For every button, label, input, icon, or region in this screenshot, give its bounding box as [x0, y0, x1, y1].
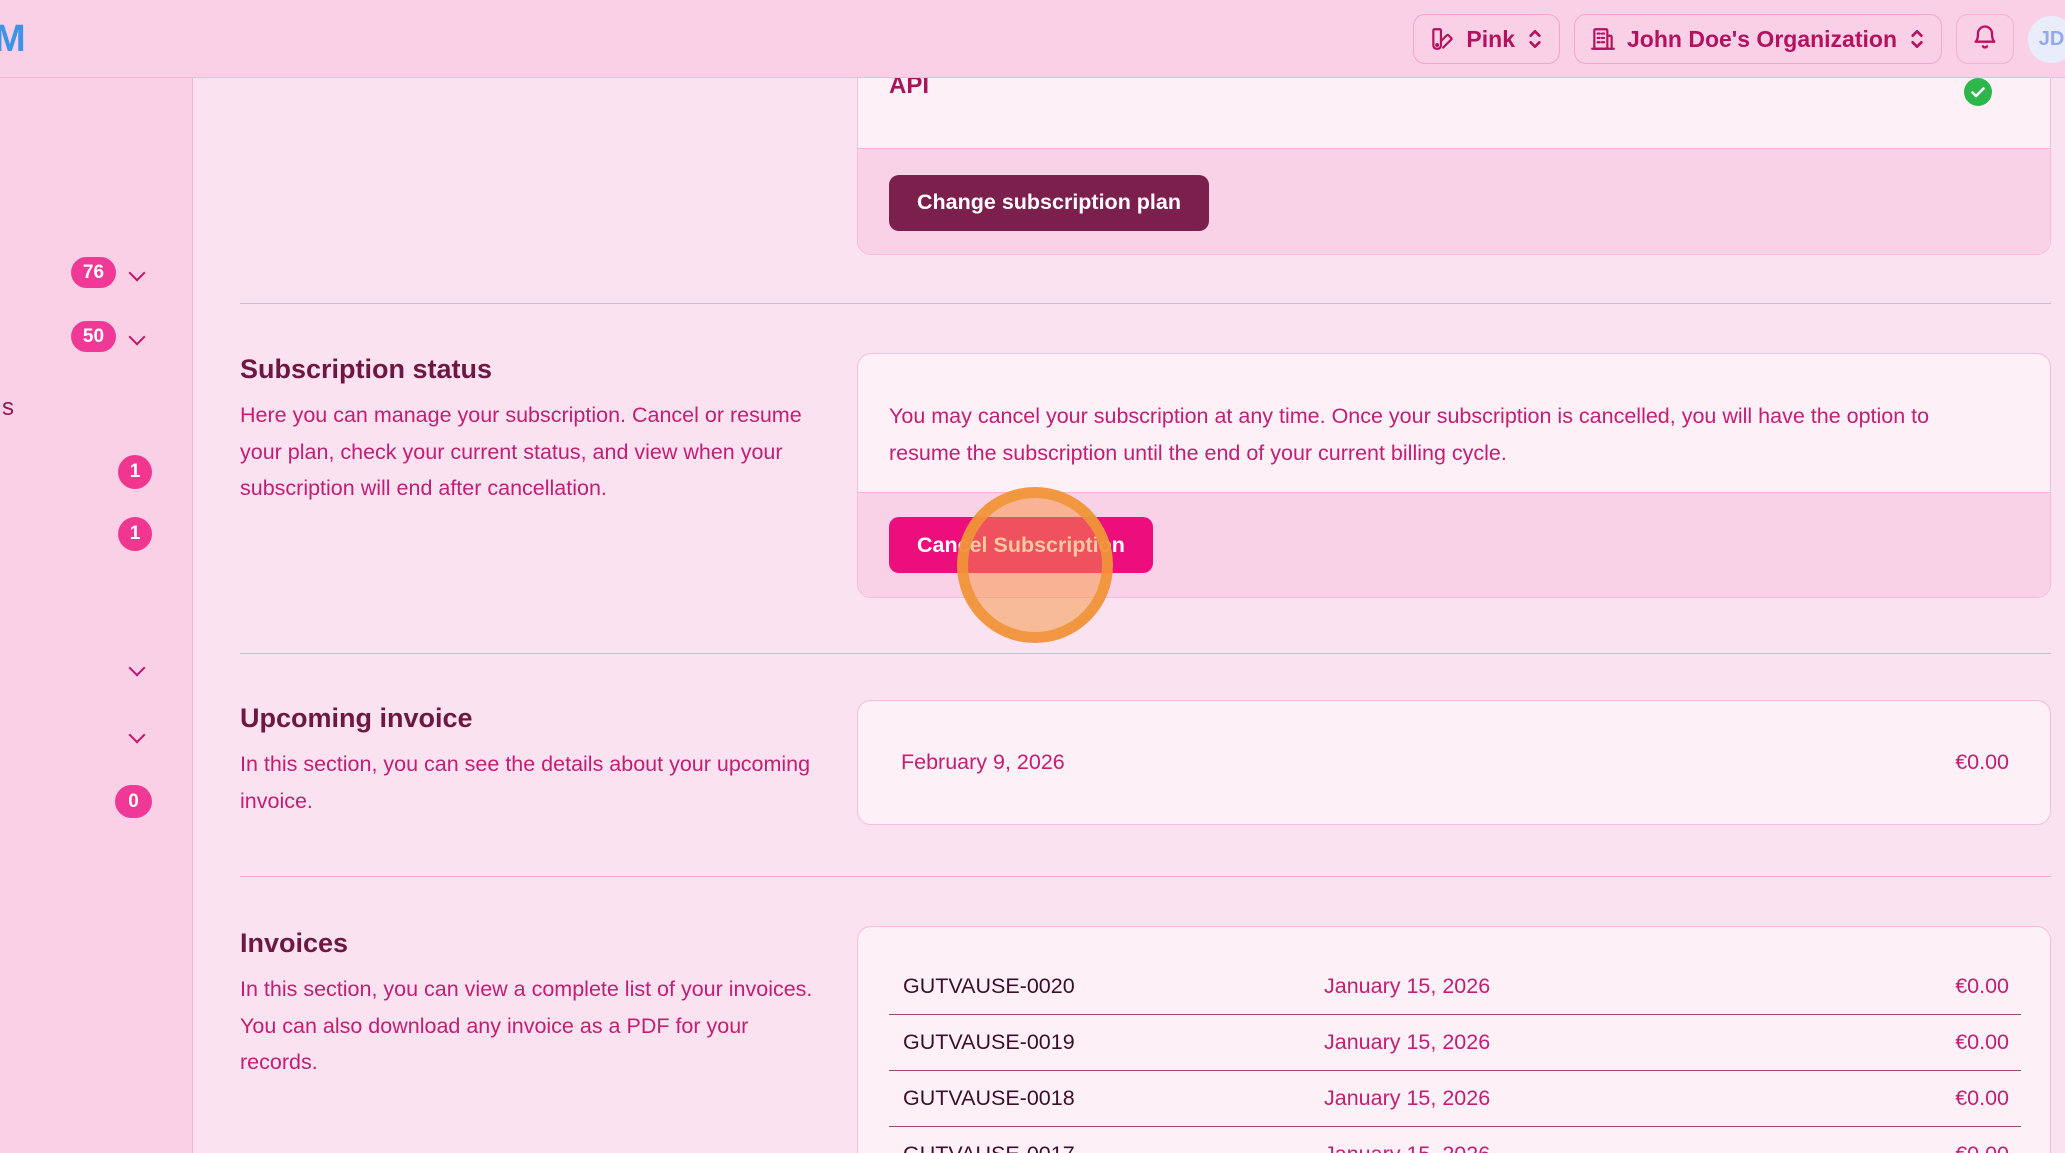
chevron-down-icon[interactable]	[129, 330, 144, 345]
theme-selector-label: Pink	[1466, 26, 1515, 53]
swatch-icon	[1429, 26, 1455, 52]
invoice-row[interactable]: GUTVAUSE-0017 January 15, 2026 €0.00	[889, 1127, 2021, 1153]
plan-card-footer: Change subscription plan	[858, 148, 2050, 255]
invoice-list: GUTVAUSE-0020 January 15, 2026 €0.00 GUT…	[889, 959, 2021, 1153]
chevron-up-down-icon	[1526, 28, 1544, 50]
section-description: Here you can manage your subscription. C…	[240, 397, 818, 507]
sidebar-nav: 76 50 s 1 1 0	[0, 78, 193, 1153]
invoices-section: Invoices In this section, you can view a…	[240, 928, 818, 1081]
invoice-amount: €0.00	[1955, 1086, 2009, 1111]
main-content: API Change subscription plan Subscriptio…	[193, 78, 2065, 1153]
notifications-button[interactable]	[1956, 14, 2014, 64]
section-title: Invoices	[240, 928, 818, 959]
cancel-policy-text: You may cancel your subscription at any …	[858, 354, 1990, 472]
invoice-amount: €0.00	[1955, 1030, 2009, 1055]
change-subscription-plan-button[interactable]: Change subscription plan	[889, 175, 1209, 231]
sidebar-count-badge: 0	[115, 785, 152, 818]
user-avatar[interactable]: JD	[2028, 16, 2065, 63]
bell-icon	[1971, 23, 1999, 56]
upcoming-invoice-date: February 9, 2026	[901, 750, 1065, 775]
invoices-card: GUTVAUSE-0020 January 15, 2026 €0.00 GUT…	[857, 926, 2051, 1153]
section-title: Subscription status	[240, 354, 818, 385]
invoice-row[interactable]: GUTVAUSE-0019 January 15, 2026 €0.00	[889, 1015, 2021, 1071]
subscription-status-section: Subscription status Here you can manage …	[240, 354, 818, 507]
chevron-down-icon[interactable]	[129, 728, 144, 743]
invoice-amount: €0.00	[1955, 1142, 2009, 1153]
avatar-initials: JD	[2039, 28, 2065, 51]
sidebar-count-badge: 1	[118, 455, 152, 489]
invoice-row[interactable]: GUTVAUSE-0018 January 15, 2026 €0.00	[889, 1071, 2021, 1127]
invoice-date: January 15, 2026	[1324, 1142, 1955, 1153]
chevron-up-down-icon	[1908, 28, 1926, 50]
upcoming-invoice-section: Upcoming invoice In this section, you ca…	[240, 703, 818, 819]
plan-feature-row: API	[858, 78, 2050, 148]
app-logo: M	[0, 18, 26, 61]
section-divider	[240, 876, 2051, 877]
sidebar-count-badge: 76	[71, 257, 116, 288]
sidebar-item-label-clipped: s	[2, 394, 14, 422]
chevron-down-icon[interactable]	[129, 661, 144, 676]
invoice-row[interactable]: GUTVAUSE-0020 January 15, 2026 €0.00	[889, 959, 2021, 1015]
check-circle-icon	[1964, 78, 1992, 106]
section-divider	[240, 653, 2051, 654]
upcoming-invoice-amount: €0.00	[1955, 750, 2009, 775]
building-icon	[1590, 26, 1616, 52]
invoice-id: GUTVAUSE-0019	[903, 1030, 1324, 1055]
invoice-id: GUTVAUSE-0020	[903, 974, 1324, 999]
header-actions: Pink John Doe's Organization	[1413, 0, 2065, 78]
top-bar: M Pink	[0, 0, 2065, 78]
click-highlight-overlay	[957, 487, 1113, 643]
sidebar-count-badge: 50	[71, 321, 116, 352]
organization-selector-button[interactable]: John Doe's Organization	[1574, 14, 1942, 64]
plan-features-card: API Change subscription plan	[857, 78, 2051, 255]
invoice-date: January 15, 2026	[1324, 1086, 1955, 1111]
feature-label: API	[889, 78, 929, 100]
section-description: In this section, you can see the details…	[240, 746, 818, 819]
section-divider	[240, 303, 2051, 304]
billing-settings-page: M Pink	[0, 0, 2065, 1153]
upcoming-invoice-card: February 9, 2026 €0.00	[857, 700, 2051, 825]
invoice-date: January 15, 2026	[1324, 1030, 1955, 1055]
sidebar-count-badge: 1	[118, 517, 152, 551]
organization-selector-label: John Doe's Organization	[1627, 26, 1897, 53]
invoice-amount: €0.00	[1955, 974, 2009, 999]
invoice-date: January 15, 2026	[1324, 974, 1955, 999]
section-description: In this section, you can view a complete…	[240, 971, 818, 1081]
invoice-id: GUTVAUSE-0018	[903, 1086, 1324, 1111]
chevron-down-icon[interactable]	[129, 266, 144, 281]
theme-selector-button[interactable]: Pink	[1413, 14, 1560, 64]
section-title: Upcoming invoice	[240, 703, 818, 734]
invoice-id: GUTVAUSE-0017	[903, 1142, 1324, 1153]
